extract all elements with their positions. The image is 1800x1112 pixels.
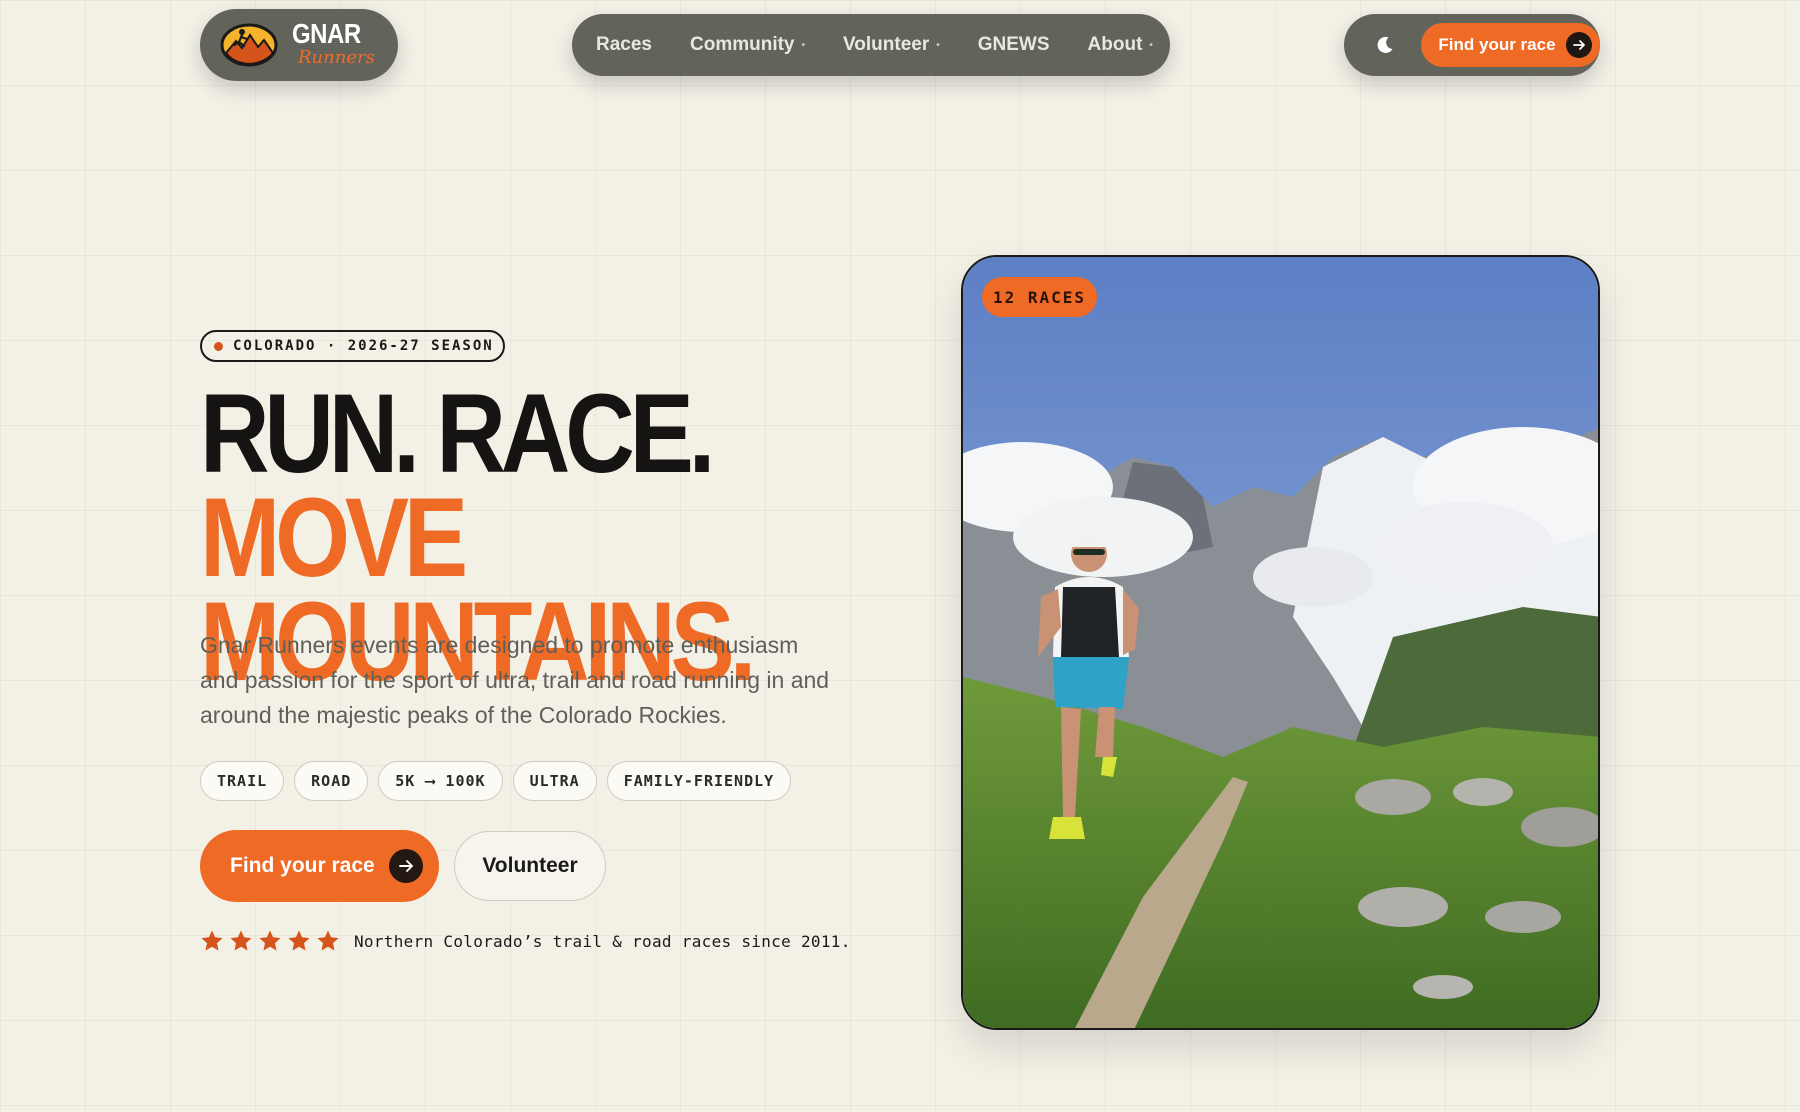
nav-item-gnews[interactable]: GNEWS [978,34,1050,56]
season-badge-label: COLORADO · 2026-27 SEASON [233,338,494,354]
tag-ultra: ULTRA [512,761,597,801]
star-icon [259,930,281,951]
nav-item-label: GNEWS [977,34,1050,55]
button-label: Find your race [230,854,375,877]
mountain-runner-logo-icon [220,23,278,67]
dropdown-dot-icon: • [1149,39,1153,51]
hero-description: Gnar Runners events are designed to prom… [200,632,830,728]
tag-road: ROAD [294,761,369,801]
dropdown-dot-icon: • [936,39,940,51]
nav-item-label: Races [596,34,652,55]
tag-distance: 5K ⟶ 100K [378,761,503,801]
nav-item-races[interactable]: Races [596,34,652,56]
dropdown-dot-icon: • [801,39,806,51]
nav-item-label: Community [690,34,795,55]
hero-volunteer-button[interactable]: Volunteer [454,831,606,901]
nav-item-label: About [1087,34,1143,55]
star-icon [230,930,252,951]
main-nav: Races Community • Volunteer • GNEWS Abou… [572,14,1170,76]
races-count-badge: 12 RACES [982,277,1097,317]
star-icon [201,930,223,951]
rating-stars [200,929,340,953]
hero-image: 12 RACES [961,255,1600,1030]
tag-trail: TRAIL [200,761,285,801]
theme-toggle-button[interactable] [1370,30,1399,60]
nav-item-community[interactable]: Community • [690,34,805,56]
brand-name: GNAR [292,18,361,50]
arrow-right-icon [388,849,423,883]
header-actions: Find your race [1344,14,1600,76]
nav-item-volunteer[interactable]: Volunteer • [843,34,940,56]
star-icon [317,930,339,951]
header-find-race-button[interactable]: Find your race [1421,23,1600,67]
tag-family-friendly: FAMILY-FRIENDLY [606,761,792,801]
moon-icon [1377,36,1393,53]
season-badge: COLORADO · 2026-27 SEASON [200,330,505,362]
arrow-right-icon [1565,32,1592,58]
rating-text: Northern Colorado’s trail & road races s… [354,931,851,951]
star-icon [288,930,310,951]
rating-row: Northern Colorado’s trail & road races s… [200,929,851,953]
logo-home-link[interactable]: GNAR Runners [200,9,398,81]
status-dot-icon [214,341,223,351]
trail-runner-photo [963,257,1598,1028]
nav-item-about[interactable]: About • [1088,34,1153,56]
button-label: Find your race [1438,35,1556,54]
race-type-tags: TRAIL ROAD 5K ⟶ 100K ULTRA FAMILY-FRIEND… [200,761,792,801]
hero-find-race-button[interactable]: Find your race [200,830,439,902]
brand-subname: Runners [298,47,375,68]
nav-item-label: Volunteer [843,34,930,55]
